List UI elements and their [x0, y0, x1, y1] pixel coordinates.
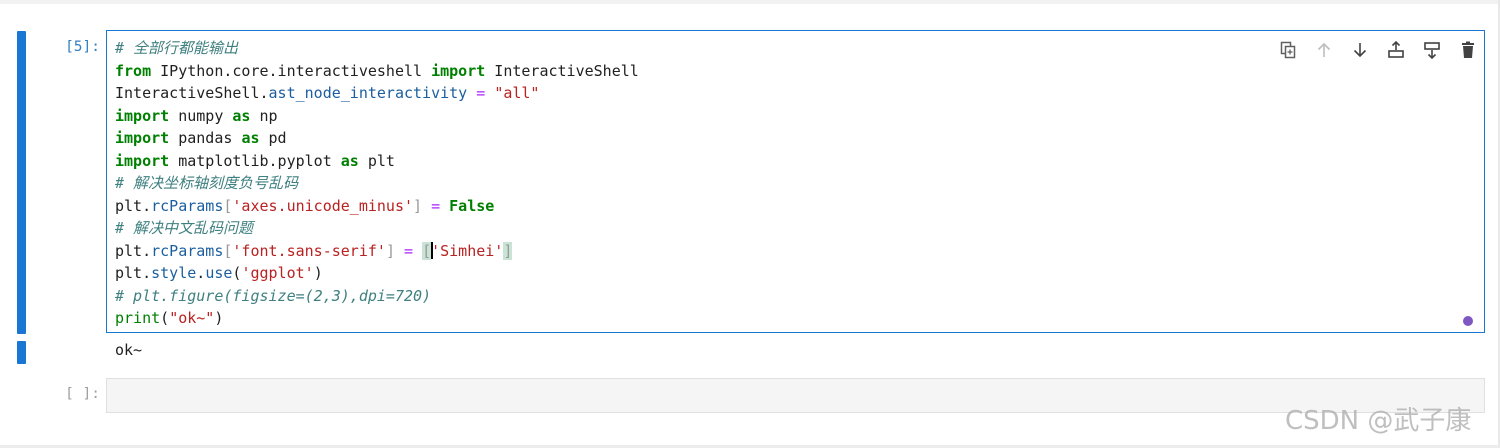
code-token: 'font.sans-serif' — [232, 241, 386, 260]
top-border — [0, 0, 1500, 4]
code-token: as — [232, 106, 251, 125]
cell-modified-indicator — [1463, 316, 1473, 326]
code-token: 'ggplot' — [241, 264, 314, 282]
code-token: ] — [503, 241, 513, 260]
code-line: InteractiveShell.ast_node_interactivity … — [115, 82, 639, 105]
code-token: = — [404, 241, 414, 260]
code-token: import — [115, 129, 170, 147]
code-line: import pandas as pd — [115, 127, 639, 150]
code-token: import — [115, 106, 170, 125]
code-line: from IPython.core.interactiveshell impor… — [115, 60, 639, 83]
duplicate-cell-icon — [1280, 41, 1296, 59]
move-down-icon — [1353, 43, 1367, 58]
code-token: 'Simhei' — [431, 241, 504, 260]
delete-cell-icon — [1462, 41, 1474, 58]
notebook-panel: [5]: # 全部行都能输出 from IPython.core.interact… — [0, 0, 1500, 448]
delete-cell-button[interactable] — [1450, 38, 1486, 62]
insert-above-button[interactable] — [1378, 38, 1414, 62]
code-line: print("ok~") — [115, 307, 639, 330]
code-token: [ — [422, 241, 432, 260]
code-token: # plt.figure(figsize=(2,3),dpi=720) — [115, 286, 432, 305]
code-token: pd — [259, 129, 287, 147]
code-token: 'axes.unicode_minus' — [232, 196, 414, 215]
code-line: plt.rcParams['axes.unicode_minus'] = Fal… — [115, 195, 639, 218]
insert-above-icon — [1388, 40, 1404, 58]
watermark: CSDN @武子康 — [1285, 406, 1472, 436]
code-token: pandas — [169, 129, 242, 147]
code-token: plt. — [115, 264, 152, 282]
code-token: ] — [385, 241, 395, 260]
code-line: # 解决坐标轴刻度负号乱码 — [115, 172, 639, 195]
code-line: # 解决中文乱码问题 — [115, 217, 639, 240]
code-line: import numpy as np — [115, 105, 639, 128]
code-token: plt. — [115, 241, 152, 260]
code-token: numpy — [169, 106, 233, 125]
duplicate-cell-button[interactable] — [1270, 38, 1306, 62]
code-token: False — [449, 196, 495, 215]
input-collapser[interactable] — [17, 31, 26, 334]
code-line: import matplotlib.pyplot as plt — [115, 150, 639, 173]
code-token: ] — [413, 196, 423, 215]
code-token: from — [115, 61, 152, 80]
code-token: as — [340, 151, 359, 170]
insert-below-icon — [1424, 42, 1440, 60]
code-token: # 全部行都能输出 — [115, 39, 239, 57]
cell-output: ok~ — [115, 341, 143, 359]
code-line: plt.rcParams['font.sans-serif'] = ['Simh… — [115, 240, 639, 263]
code-token: plt — [358, 151, 395, 170]
insert-below-button[interactable] — [1414, 38, 1450, 62]
code-token: matplotlib.pyplot — [169, 151, 341, 170]
empty-code-editor[interactable] — [106, 378, 1485, 413]
code-token: "all" — [494, 84, 540, 102]
code-token: InteractiveShell. — [115, 84, 269, 102]
code-line: # plt.figure(figsize=(2,3),dpi=720) — [115, 285, 639, 308]
code-token: InteractiveShell — [485, 61, 639, 80]
code-token: . — [196, 264, 206, 282]
output-collapser[interactable] — [17, 341, 26, 364]
code-content[interactable]: # 全部行都能输出 from IPython.core.interactivesh… — [115, 37, 639, 330]
cell-prompt: [5]: — [65, 39, 100, 55]
code-token: # 解决中文乱码问题 — [115, 219, 254, 237]
code-token: import — [115, 151, 170, 170]
code-token: rcParams — [151, 196, 224, 215]
code-token: ) — [214, 309, 224, 327]
move-up-button[interactable] — [1306, 38, 1342, 62]
code-token: plt. — [115, 196, 152, 215]
empty-cell-prompt: [ ]: — [65, 386, 100, 402]
code-token: # 解决坐标轴刻度负号乱码 — [115, 174, 299, 192]
move-up-icon — [1317, 42, 1331, 57]
code-token: as — [241, 129, 260, 147]
code-line: # 全部行都能输出 — [115, 37, 639, 60]
cell-toolbar — [1270, 38, 1486, 62]
code-token: rcParams — [151, 241, 224, 260]
move-down-button[interactable] — [1342, 38, 1378, 62]
code-token: = — [476, 84, 486, 102]
code-token: import — [431, 61, 486, 80]
code-token: IPython.core.interactiveshell — [151, 61, 432, 80]
code-token: ast_node_interactivity — [268, 84, 468, 102]
code-token: use — [205, 264, 233, 282]
code-token: print — [115, 309, 161, 327]
code-token: "ok~" — [169, 309, 215, 327]
code-token: ) — [313, 264, 323, 282]
code-token: ( — [160, 309, 170, 327]
code-line: plt.style.use('ggplot') — [115, 262, 639, 285]
code-token: = — [431, 196, 441, 215]
code-token: np — [250, 106, 278, 125]
code-token: style — [151, 264, 197, 282]
